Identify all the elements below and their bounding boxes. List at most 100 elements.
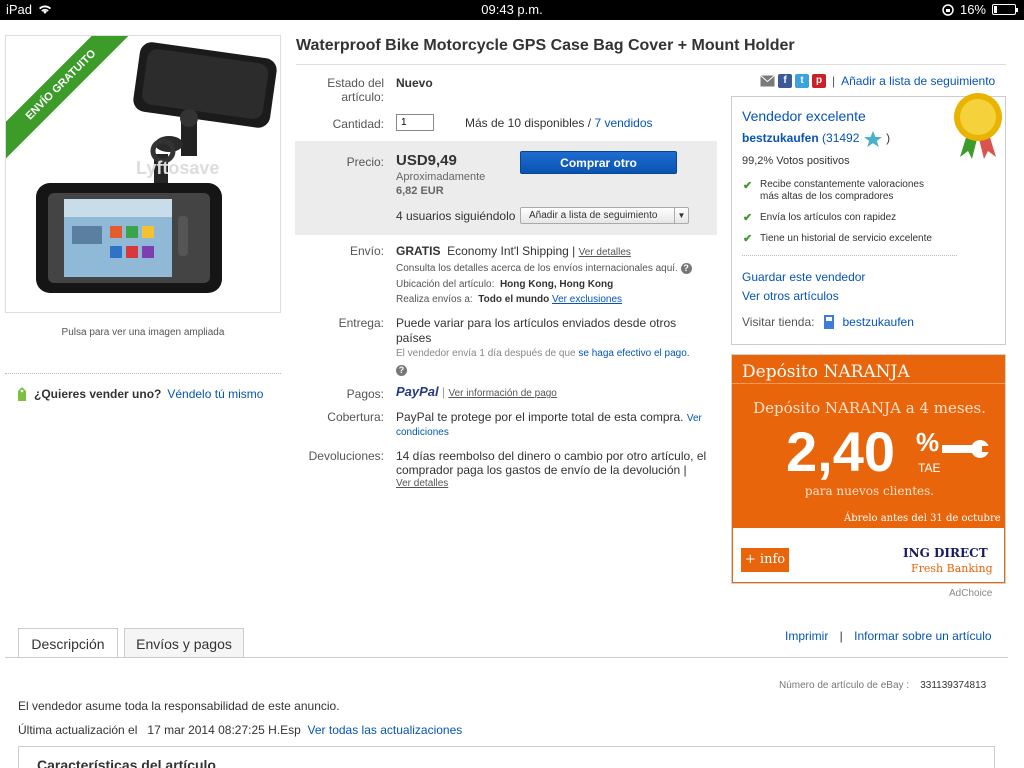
coverage-link-1[interactable]: Ver bbox=[687, 413, 702, 424]
last-updated-row: Última actualización el 17 mar 2014 08:2… bbox=[18, 723, 463, 737]
delivery-text: Puede variar para los artículos enviados… bbox=[396, 316, 677, 345]
feature-1: Recibe constantemente valoraciones más al… bbox=[760, 179, 924, 202]
ad-divider bbox=[732, 383, 1005, 384]
seller-name[interactable]: bestzukaufen bbox=[742, 131, 819, 145]
returns-details-link[interactable]: Ver detalles bbox=[396, 478, 448, 489]
coverage-label: Cobertura: bbox=[327, 410, 384, 424]
approx-label: Aproximadamente bbox=[396, 171, 486, 183]
dispatch-help[interactable]: ? bbox=[396, 363, 407, 377]
price-tag-icon bbox=[18, 387, 26, 401]
ad-new-clients: para nuevos clientes. bbox=[804, 484, 935, 498]
item-number-row: Número de artículo de eBay : 33113937481… bbox=[779, 680, 987, 691]
check-icon: ✔ bbox=[743, 233, 753, 245]
email-icon[interactable] bbox=[760, 75, 775, 87]
sell-it-link[interactable]: Véndelo tú mismo bbox=[167, 387, 263, 401]
positive-feedback: 99,2% Votos positivos bbox=[742, 155, 850, 167]
battery-percent: 16% bbox=[959, 2, 986, 17]
feature-3: Tiene un historial de servicio excelente bbox=[760, 233, 932, 244]
ad-footer: + info ING DIRECT Fresh Banking bbox=[733, 528, 1004, 582]
sell-one-row: ¿Quieres vender uno? Véndelo tú mismo bbox=[16, 386, 263, 402]
buy-button[interactable]: Comprar otro bbox=[520, 151, 677, 174]
shipping-label: Envío: bbox=[349, 244, 384, 258]
shipping-row: GRATIS Economy Int'l Shipping | Ver deta… bbox=[396, 244, 631, 258]
shipping-free: GRATIS bbox=[396, 244, 441, 258]
returns-label: Devoluciones: bbox=[308, 449, 384, 463]
quantity-input[interactable] bbox=[396, 114, 434, 131]
payment-info-link[interactable]: Ver información de pago bbox=[448, 388, 556, 399]
star-icon bbox=[863, 131, 882, 147]
ad-brand: ING DIRECT bbox=[903, 546, 988, 560]
check-icon: ✔ bbox=[743, 180, 753, 192]
delivery-label: Entrega: bbox=[338, 316, 384, 330]
condition-label: Estado del artículo: bbox=[327, 76, 384, 104]
adchoice-link[interactable]: AdChoice bbox=[949, 588, 992, 599]
other-items-link[interactable]: Ver otros artículos bbox=[742, 289, 839, 303]
tab-shipping-payments[interactable]: Envíos y pagos bbox=[124, 628, 244, 658]
print-link[interactable]: Imprimir bbox=[785, 629, 828, 643]
feature-2: Envía los artículos con rapidez bbox=[760, 212, 897, 223]
ad-brand-sub: Fresh Banking bbox=[911, 562, 993, 575]
dispatch-link[interactable]: se haga efectivo el pago. bbox=[578, 348, 689, 359]
tab-description[interactable]: Descripción bbox=[18, 628, 118, 658]
quantity-label: Cantidad: bbox=[332, 117, 384, 131]
add-to-watchlist-link[interactable]: Añadir a lista de seguimiento bbox=[841, 74, 995, 88]
price: USD9,49 bbox=[396, 152, 457, 169]
help-icon[interactable]: ? bbox=[396, 365, 407, 377]
pinterest-icon[interactable]: p bbox=[812, 74, 826, 88]
condition-value: Nuevo bbox=[396, 76, 433, 90]
sold-link[interactable]: 7 vendidos bbox=[594, 116, 652, 130]
item-number: 331139374813 bbox=[920, 680, 987, 691]
share-row: f t p | Añadir a lista de seguimiento bbox=[760, 74, 995, 88]
status-bar: iPad 09:43 p.m. 16% bbox=[0, 0, 1024, 20]
characteristics-box: Características del artículo bbox=[18, 746, 995, 768]
tab-actions: Imprimir | Informar sobre un artículo bbox=[785, 629, 992, 643]
top-rated-title: Vendedor excelente bbox=[742, 108, 866, 124]
watchlist-dropdown[interactable]: Añadir a lista de seguimiento ▼ bbox=[520, 207, 689, 224]
divider bbox=[742, 255, 957, 256]
watermark: Lyftosave bbox=[136, 158, 219, 178]
chevron-down-icon: ▼ bbox=[674, 208, 688, 223]
wrench-icon bbox=[942, 440, 994, 458]
ad-subtitle: Depósito NARANJA a 4 meses. bbox=[753, 399, 986, 417]
clock: 09:43 p.m. bbox=[481, 2, 543, 17]
paypal-logo: PayPal bbox=[396, 384, 439, 399]
share-separator: | bbox=[832, 74, 836, 88]
characteristics-title: Características del artículo bbox=[37, 757, 216, 768]
seller-row: bestzukaufen (31492 ) bbox=[742, 130, 890, 148]
rotation-lock-icon bbox=[942, 3, 954, 16]
visit-store-row: Visitar tienda: bestzukaufen bbox=[742, 315, 914, 329]
store-icon bbox=[823, 315, 834, 329]
divider bbox=[5, 373, 281, 374]
save-seller-link[interactable]: Guardar este vendedor bbox=[742, 270, 865, 284]
coverage-text: PayPal te protege por el importe total d… bbox=[396, 410, 702, 424]
twitter-icon[interactable]: t bbox=[795, 74, 809, 88]
feedback-score[interactable]: (31492 bbox=[822, 131, 859, 145]
ad-rate: 2,40 bbox=[786, 420, 895, 483]
image-caption[interactable]: Pulsa para ver una imagen ampliada bbox=[5, 327, 281, 338]
report-item-link[interactable]: Informar sobre un artículo bbox=[854, 629, 991, 643]
top-rated-medal-icon bbox=[954, 93, 1002, 159]
check-icon: ✔ bbox=[743, 212, 753, 224]
exclusions-link[interactable]: Ver exclusiones bbox=[552, 294, 622, 305]
product-image[interactable]: Lyftosave ENVÍO GRATUITO bbox=[5, 35, 281, 313]
ad-percent: % bbox=[916, 427, 940, 457]
all-updates-link[interactable]: Ver todas las actualizaciones bbox=[308, 723, 463, 737]
watchers-count: 4 usuarios siguiéndolo bbox=[396, 209, 516, 223]
item-title: Waterproof Bike Motorcycle GPS Case Bag … bbox=[296, 37, 795, 54]
coverage-link-2[interactable]: condiciones bbox=[396, 427, 449, 438]
help-icon[interactable]: ? bbox=[680, 263, 692, 274]
payments-label: Pagos: bbox=[346, 387, 384, 401]
responsibility-note: El vendedor asume toda la responsabilida… bbox=[18, 699, 340, 713]
shipping-details-link[interactable]: Ver detalles bbox=[579, 247, 631, 258]
ing-ad[interactable]: Depósito NARANJA Depósito NARANJA a 4 me… bbox=[731, 354, 1006, 584]
ad-info-button[interactable]: + info bbox=[741, 548, 789, 572]
dispatch-note: El vendedor envía 1 día después de que s… bbox=[396, 348, 690, 359]
facebook-icon[interactable]: f bbox=[778, 74, 792, 88]
store-link[interactable]: bestzukaufen bbox=[843, 315, 914, 329]
sell-question: ¿Quieres vender uno? bbox=[34, 387, 162, 401]
shipping-service: Economy Int'l Shipping | bbox=[447, 244, 576, 258]
title-divider bbox=[296, 64, 1006, 65]
ad-tae: TAE bbox=[918, 461, 941, 475]
price-eur: 6,82 EUR bbox=[396, 185, 444, 197]
payments-row: PayPal | Ver información de pago bbox=[396, 384, 557, 399]
